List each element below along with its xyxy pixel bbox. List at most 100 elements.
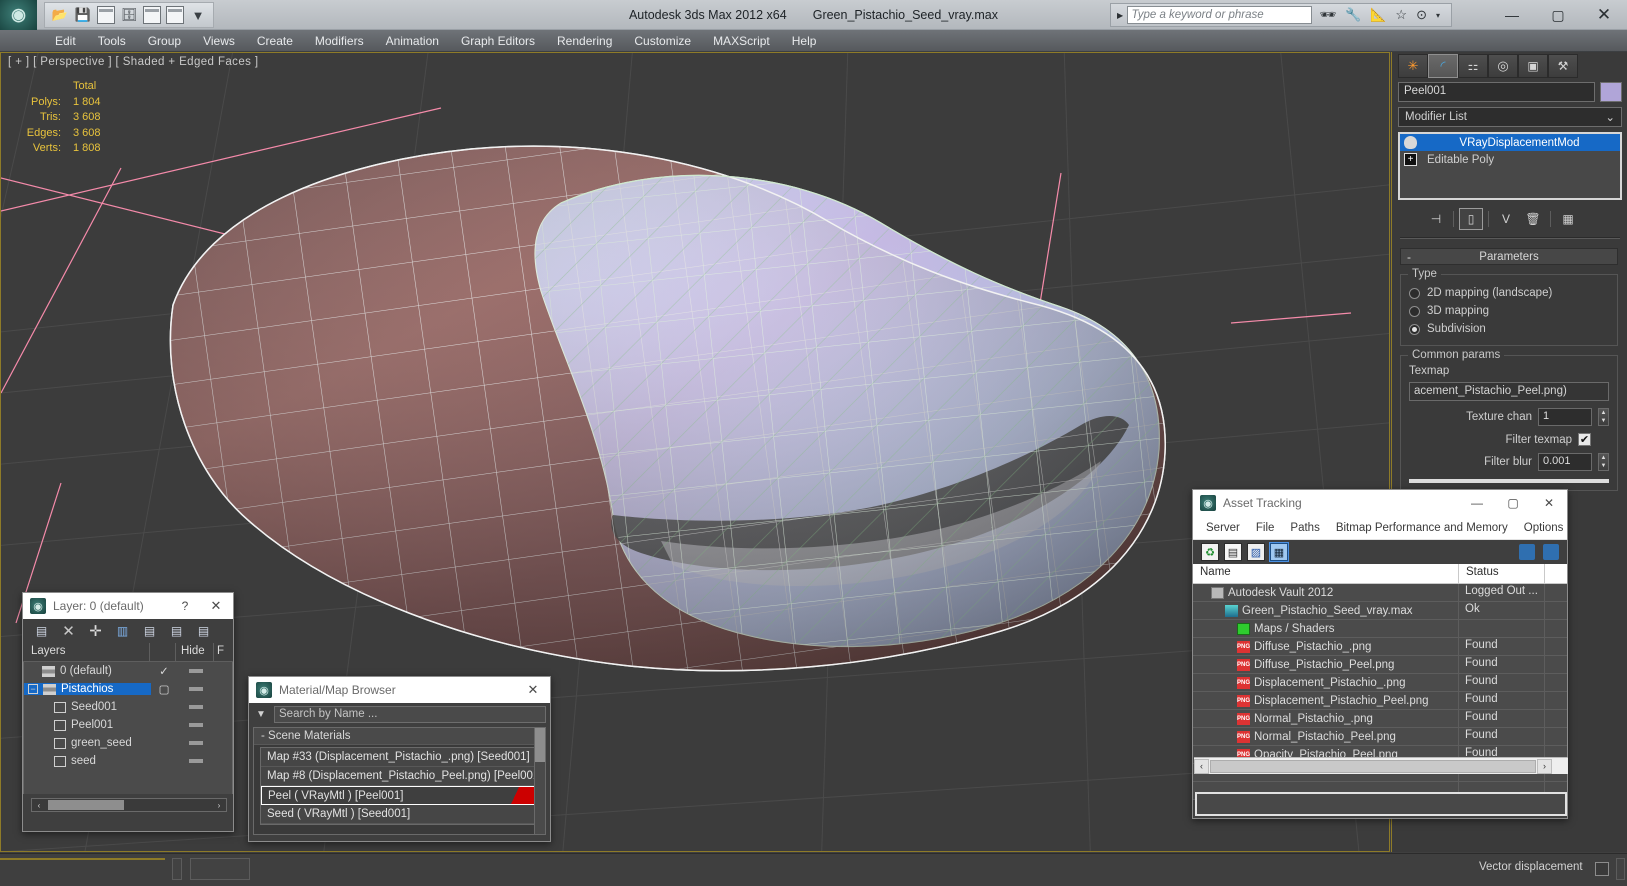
asset-tracking-window[interactable]: ◉ Asset Tracking — ▢ ✕ Server File Paths… — [1192, 489, 1568, 819]
material-search-input[interactable]: Search by Name ... — [274, 705, 546, 723]
table-row[interactable]: PNG Displacement_Pistachio_.png Found — [1193, 674, 1567, 692]
group-collapse-icon[interactable]: - — [261, 730, 265, 742]
column-name[interactable]: Name — [1193, 564, 1459, 583]
filter-dropdown-icon[interactable]: ▼ — [253, 709, 269, 720]
help-question-icon[interactable]: ⊙ — [1416, 7, 1427, 23]
vector-displacement-checkbox[interactable] — [1595, 862, 1609, 876]
redo-icon[interactable] — [143, 6, 161, 24]
asset-minimize-button[interactable]: — — [1459, 490, 1495, 516]
save-icon[interactable]: 💾 — [74, 6, 92, 24]
table-row[interactable]: PNG Normal_Pistachio_Peel.png Found — [1193, 728, 1567, 746]
application-menu-button[interactable]: ◉ — [0, 0, 37, 30]
menu-create[interactable]: Create — [246, 32, 304, 50]
radio-3d-mapping[interactable]: 3D mapping — [1409, 302, 1609, 320]
binoculars-icon[interactable]: 🕶 — [1320, 7, 1337, 23]
tab-create[interactable]: ✳ — [1398, 54, 1428, 78]
object-name-field[interactable]: Peel001 — [1398, 82, 1595, 102]
stack-item-editable-poly[interactable]: + Editable Poly — [1400, 151, 1620, 168]
list-item[interactable]: Seed001 — [24, 698, 232, 716]
layer-help-button[interactable]: ? — [171, 593, 199, 619]
qat-dropdown-icon[interactable]: ▼ — [189, 6, 207, 24]
grid-view-icon[interactable]: ▦ — [1269, 542, 1289, 562]
material-vertical-scrollbar[interactable] — [534, 728, 545, 834]
remove-modifier-button[interactable]: 🗑 — [1521, 208, 1545, 230]
column-status[interactable]: Status — [1459, 564, 1545, 583]
search-expand-icon[interactable]: ▶ — [1114, 11, 1127, 20]
hide-toggle[interactable] — [177, 723, 215, 727]
scroll-right-icon[interactable]: › — [1537, 758, 1552, 774]
layer-list[interactable]: 0 (default) ✓ − Pistachios ▢ Seed001 Pee… — [23, 662, 233, 794]
refresh-icon[interactable]: ♻ — [1201, 543, 1219, 561]
asset-close-button[interactable]: ✕ — [1531, 490, 1567, 516]
list-item[interactable]: − Pistachios ▢ — [24, 680, 232, 698]
light-bulb-icon[interactable] — [1404, 136, 1417, 149]
scroll-left-icon[interactable]: ‹ — [32, 799, 46, 811]
tab-modify[interactable]: ◜ — [1428, 54, 1458, 78]
list-item[interactable]: Peel001 — [24, 716, 232, 734]
table-row[interactable]: Autodesk Vault 2012 Logged Out ... — [1193, 584, 1567, 602]
hide-toggle[interactable] — [177, 687, 215, 691]
material-item-map33[interactable]: Map #33 (Displacement_Pistachio_.png) [S… — [261, 748, 542, 767]
layer-properties-icon[interactable]: ▤ — [195, 623, 212, 640]
table-row[interactable]: Maps / Shaders — [1193, 620, 1567, 638]
radio-2d-mapping[interactable]: 2D mapping (landscape) — [1409, 284, 1609, 302]
hide-toggle[interactable] — [177, 759, 215, 763]
scroll-thumb[interactable] — [48, 800, 124, 810]
search-input[interactable]: Type a keyword or phrase — [1126, 6, 1312, 24]
menu-modifiers[interactable]: Modifiers — [304, 32, 375, 50]
scene-materials-group[interactable]: - Scene Materials — [254, 728, 545, 745]
layer-horizontal-scrollbar[interactable]: ‹ › — [31, 798, 227, 812]
scroll-thumb[interactable] — [1210, 759, 1536, 773]
asset-menu-bitmap[interactable]: Bitmap Performance and Memory — [1328, 522, 1516, 534]
list-item[interactable]: 0 (default) ✓ — [24, 662, 232, 680]
menu-group[interactable]: Group — [137, 32, 192, 50]
column-extra[interactable] — [1545, 564, 1567, 583]
close-button[interactable]: ✕ — [1581, 0, 1627, 30]
new-icon[interactable] — [166, 6, 184, 24]
radio-subdivision[interactable]: Subdivision — [1409, 320, 1609, 338]
tab-utilities[interactable]: ⚒ — [1548, 54, 1578, 78]
configure-modifier-sets-button[interactable]: ▦ — [1556, 208, 1580, 230]
filter-blur-input[interactable]: 0.001 — [1538, 453, 1592, 471]
list-item[interactable]: seed — [24, 752, 232, 770]
layer-dialog[interactable]: ◉ Layer: 0 (default) ? ✕ ▤ ✕ ✛ ▥ ▤ ▤ ▤ L… — [22, 592, 234, 832]
add-selection-icon[interactable]: ✛ — [87, 623, 104, 640]
scroll-left-icon[interactable]: ‹ — [1194, 758, 1209, 774]
current-column[interactable] — [150, 643, 176, 661]
material-item-peel[interactable]: Peel ( VRayMtl ) [Peel001] — [261, 786, 542, 805]
menu-maxscript[interactable]: MAXScript — [702, 32, 781, 50]
layer-close-button[interactable]: ✕ — [199, 593, 233, 619]
asset-maximize-button[interactable]: ▢ — [1495, 490, 1531, 516]
hide-toggle[interactable] — [177, 669, 215, 673]
minimize-button[interactable]: — — [1489, 0, 1535, 30]
collapse-icon[interactable]: - — [1407, 250, 1411, 264]
freeze-column[interactable]: F — [214, 643, 233, 661]
help-dropdown-icon[interactable]: ▾ — [1436, 11, 1440, 20]
help-icon[interactable] — [1519, 544, 1535, 560]
expander-icon[interactable]: − — [28, 684, 38, 694]
open-icon[interactable]: 📂 — [51, 6, 69, 24]
maximize-button[interactable]: ▢ — [1535, 0, 1581, 30]
asset-menu-options[interactable]: Options — [1516, 522, 1572, 534]
settings-icon[interactable] — [1543, 544, 1559, 560]
hide-toggle[interactable] — [177, 705, 215, 709]
list-view-icon[interactable]: ▤ — [1224, 543, 1242, 561]
menu-edit[interactable]: Edit — [44, 32, 87, 50]
hide-toggle[interactable] — [177, 741, 215, 745]
list-item[interactable]: green_seed — [24, 734, 232, 752]
favorites-star-icon[interactable]: ☆ — [1395, 7, 1407, 23]
menu-rendering[interactable]: Rendering — [546, 32, 623, 50]
modifier-stack[interactable]: VRayDisplacementMod + Editable Poly — [1398, 132, 1622, 200]
material-browser-close-button[interactable]: ✕ — [516, 677, 550, 703]
menu-animation[interactable]: Animation — [375, 32, 450, 50]
asset-menu-server[interactable]: Server — [1198, 522, 1248, 534]
satellite-icon[interactable]: 📐 — [1370, 7, 1386, 23]
table-row[interactable]: PNG Normal_Pistachio_.png Found — [1193, 710, 1567, 728]
details-view-icon[interactable]: ▨ — [1247, 543, 1265, 561]
radio-icon[interactable] — [1409, 323, 1420, 335]
texmap-button[interactable]: acement_Pistachio_Peel.png) — [1409, 382, 1609, 401]
radio-icon[interactable] — [1409, 287, 1420, 299]
filter-blur-spinner[interactable]: ▲ ▼ — [1598, 453, 1609, 471]
table-row[interactable]: Green_Pistachio_Seed_vray.max Ok — [1193, 602, 1567, 620]
texture-channel-spinner[interactable]: ▲ ▼ — [1598, 408, 1609, 426]
